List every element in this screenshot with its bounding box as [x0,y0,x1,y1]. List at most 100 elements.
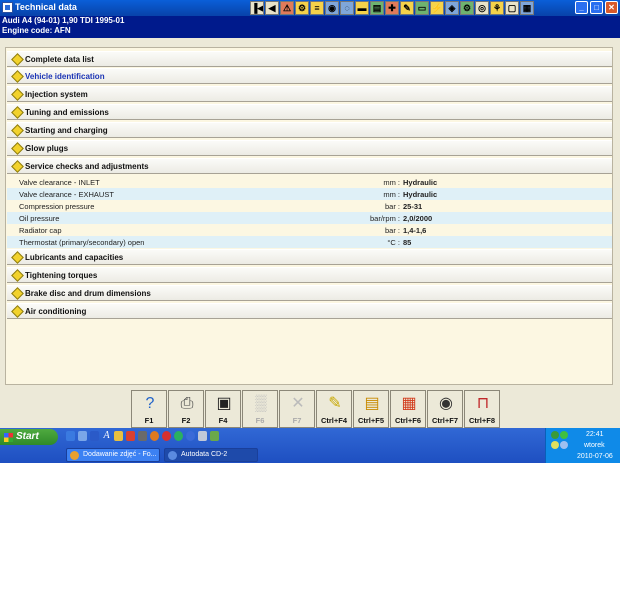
display-icon[interactable] [198,431,207,441]
tyre-icon: ◉ [439,395,453,412]
function-key-ctrl-f7[interactable]: ◉ Ctrl+F7 [427,390,463,428]
vehicle-model: Audi A4 (94-01) 1,90 TDI 1995-01 [2,16,125,25]
row-unit: mm : [383,190,400,199]
security-icon[interactable] [560,431,568,439]
function-key-label: F1 [144,416,154,425]
document-icon[interactable]: ▢ [505,1,519,15]
vehicle-info-bar: Audi A4 (94-01) 1,90 TDI 1995-01 Engine … [0,16,620,38]
print-icon[interactable]: ▦ [520,1,534,15]
image-viewer-icon[interactable] [210,431,219,441]
function-key-f7[interactable]: ✕ F7 [279,390,315,428]
printer-icon: ⎙ [180,395,194,412]
repair-icon[interactable]: ✚ [385,1,399,15]
media-icon[interactable] [90,431,99,441]
close-button[interactable]: ✕ [605,1,618,14]
maximize-button[interactable]: □ [590,1,603,14]
row-value: 25-31 [403,202,423,211]
row-value: 85 [403,238,412,247]
table-row: Oil pressure bar/rpm :2,0/2000 [7,212,612,224]
function-key-f6[interactable]: ▒ F6 [242,390,278,428]
taskbar-item-browser[interactable]: Dodawanie zdjęć - Fo... [66,448,160,462]
tools-icon: ✕ [291,395,305,412]
row-name: Valve clearance - INLET [19,178,100,187]
table-row: Compression pressure bar :25-31 [7,200,612,212]
function-key-f1[interactable]: ? F1 [131,390,167,428]
clock-time[interactable]: 22:41 [586,431,604,438]
settings-icon[interactable]: ⚙ [460,1,474,15]
tool-icon[interactable] [138,431,147,441]
engine-code: Engine code: AFN [2,26,71,35]
function-key-f4[interactable]: ▣ F4 [205,390,241,428]
filter-icon[interactable]: ◌ [340,1,354,15]
network-icon[interactable] [551,431,559,439]
winamp-icon[interactable] [114,431,123,441]
chat-icon[interactable] [174,431,183,441]
function-key-ctrl-f8[interactable]: ⊓ Ctrl+F8 [464,390,500,428]
clipboard-icon: ▤ [364,395,380,412]
firefox-icon[interactable] [150,431,159,441]
first-page-icon[interactable]: ▐◀ [250,1,264,15]
minimize-button[interactable]: _ [575,1,588,14]
section-label: Tightening torques [25,271,98,280]
browser-icon [70,451,79,460]
start-button[interactable]: Start [0,429,58,445]
speaker-icon[interactable] [551,441,559,449]
text-editor-icon[interactable]: A [102,431,111,441]
section-vehicle-identification[interactable]: Vehicle identification [7,68,612,84]
previous-icon[interactable]: ◀ [265,1,279,15]
section-lubricants-and-capacities[interactable]: Lubricants and capacities [7,249,612,265]
battery-icon[interactable]: ▭ [415,1,429,15]
table-row: Valve clearance - INLET mm : Hydraulic [7,176,612,188]
object-icon: ▒ [255,395,267,412]
display-icon: ▣ [216,395,232,412]
taskbar-item-autodata[interactable]: Autodata CD-2 [164,448,258,462]
desktop-icon[interactable] [66,431,75,441]
bluetooth-icon[interactable] [560,441,568,449]
expand-diamond-icon [11,287,24,300]
section-injection-system[interactable]: Injection system [7,86,612,102]
section-service-checks-and-adjustments[interactable]: Service checks and adjustments [7,158,612,174]
function-key-ctrl-f4[interactable]: ✎ Ctrl+F4 [316,390,352,428]
opera-icon[interactable] [162,431,171,441]
function-key-f2[interactable]: ⎙ F2 [168,390,204,428]
windows-logo-icon [4,433,13,442]
section-brake-disc-and-drum-dimensions[interactable]: Brake disc and drum dimensions [7,285,612,301]
tools-icon[interactable]: ✎ [400,1,414,15]
settings-icon[interactable] [126,431,135,441]
taskbar-item-label: Autodata CD-2 [181,451,228,458]
section-label: Vehicle identification [25,72,105,81]
car-lift-icon: ⊓ [476,395,490,412]
section-glow-plugs[interactable]: Glow plugs [7,140,612,156]
section-label: Starting and charging [25,126,108,135]
section-air-conditioning[interactable]: Air conditioning [7,303,612,319]
clock-day: wtorek [584,442,605,449]
row-unit: mm : [383,178,400,187]
function-key-label: Ctrl+F7 [431,416,459,425]
expand-diamond-icon [11,160,24,173]
row-name: Radiator cap [19,226,62,235]
section-tuning-and-emissions[interactable]: Tuning and emissions [7,104,612,120]
section-starting-and-charging[interactable]: Starting and charging [7,122,612,138]
timing-icon[interactable]: ◉ [325,1,339,15]
schematic-icon[interactable]: ≡ [310,1,324,15]
table-row: Thermostat (primary/secondary) open °C :8… [7,236,612,248]
help-icon: ? [145,395,155,412]
brake-icon[interactable]: ◎ [475,1,489,15]
diagnostics-icon[interactable]: ◈ [445,1,459,15]
section-complete-data-list[interactable]: Complete data list [7,51,612,67]
function-key-ctrl-f6[interactable]: ▦ Ctrl+F6 [390,390,426,428]
row-unit: bar : [384,226,400,235]
wiring-icon[interactable]: ⚘ [490,1,504,15]
car-lift-icon[interactable]: ▬ [355,1,369,15]
function-key-ctrl-f5[interactable]: ▤ Ctrl+F5 [353,390,389,428]
manual-icon[interactable]: ▤ [370,1,384,15]
warning-icon[interactable]: ⚠ [280,1,294,15]
row-unit: bar : [384,202,400,211]
browser-icon[interactable] [186,431,195,441]
window-controls: _ □ ✕ [575,1,618,14]
section-label: Service checks and adjustments [25,162,149,171]
engine-icon[interactable]: ⚙ [295,1,309,15]
electrics-icon[interactable]: ⚡ [430,1,444,15]
section-tightening-torques[interactable]: Tightening torques [7,267,612,283]
explorer-icon[interactable] [78,431,87,441]
